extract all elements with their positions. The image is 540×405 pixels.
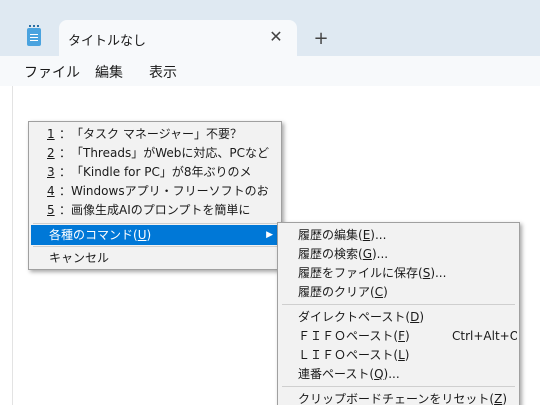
history-text: 画像生成AIのプロンプトを簡単に [71, 203, 251, 217]
clipboard-history-menu: 1 ： 「タスク マネージャー」不要？ 2 ： 「Threads」がWebに対応… [28, 121, 282, 270]
menu-bar: ファイル 編集 表示 [0, 56, 540, 86]
submenu-arrow-icon: ▶ [266, 230, 273, 240]
history-sep: ： [59, 165, 72, 179]
various-commands-item[interactable]: 各種のコマンド(U) ▶ [31, 225, 279, 245]
commands-submenu: 履歴の編集(E)... 履歴の検索(G)... 履歴をファイルに保存(S)...… [277, 222, 520, 405]
submenu-save-history[interactable]: 履歴をファイルに保存(S)... [280, 263, 517, 283]
cancel-label: キャンセル [49, 251, 110, 265]
submenu-clear-history[interactable]: 履歴のクリア(C) [280, 282, 517, 302]
history-text: Windowsアプリ・フリーソフトのお [71, 184, 269, 198]
history-text: 「タスク マネージャー」不要？ [71, 127, 242, 141]
submenu-edit-history[interactable]: 履歴の編集(E)... [280, 225, 517, 245]
tab-untitled[interactable]: タイトルなし ✕ [59, 20, 297, 56]
submenu-direct-paste[interactable]: ダイレクトペースト(D) [280, 307, 517, 327]
close-icon[interactable]: ✕ [265, 26, 287, 48]
submenu-fifo-paste[interactable]: ＦＩＦＯペースト(F) Ctrl+Alt+O [280, 326, 517, 346]
menu-separator [282, 386, 515, 387]
history-num: 5 [47, 203, 55, 217]
submenu-sequential-paste[interactable]: 連番ペースト(Q)... [280, 364, 517, 384]
cancel-item[interactable]: キャンセル [31, 248, 279, 268]
notepad-icon [27, 25, 41, 46]
shortcut-label: Ctrl+Alt+O [452, 329, 517, 343]
submenu-reset-clipboard-chain[interactable]: クリップボードチェーンをリセット(Z) [280, 389, 517, 405]
history-text: 「Kindle for PC」が8年ぶりのメ [71, 165, 252, 179]
menu-edit[interactable]: 編集 [95, 62, 123, 82]
new-tab-icon[interactable]: + [310, 28, 332, 50]
tab-title: タイトルなし [68, 34, 147, 49]
history-sep: ： [59, 127, 72, 141]
history-item-4[interactable]: 4 ： Windowsアプリ・フリーソフトのお [31, 181, 279, 201]
tab-bar: タイトルなし ✕ + [0, 0, 540, 56]
menu-separator [282, 304, 515, 305]
history-sep: ： [59, 184, 72, 198]
history-sep: ： [59, 203, 72, 217]
menu-separator [33, 223, 277, 224]
history-num: 2 [47, 146, 55, 160]
history-num: 4 [47, 184, 55, 198]
menu-file[interactable]: ファイル [24, 62, 80, 82]
submenu-search-history[interactable]: 履歴の検索(G)... [280, 244, 517, 264]
history-text: 「Threads」がWebに対応、PCなど [71, 146, 269, 160]
history-item-2[interactable]: 2 ： 「Threads」がWebに対応、PCなど [31, 143, 279, 163]
history-sep: ： [59, 146, 72, 160]
submenu-lifo-paste[interactable]: ＬＩＦＯペースト(L) [280, 345, 517, 365]
menu-view[interactable]: 表示 [149, 62, 177, 82]
history-item-1[interactable]: 1 ： 「タスク マネージャー」不要？ [31, 124, 279, 144]
menu-separator [33, 246, 277, 247]
history-item-3[interactable]: 3 ： 「Kindle for PC」が8年ぶりのメ [31, 162, 279, 182]
history-num: 1 [47, 127, 55, 141]
commands-label: 各種のコマンド(U) [49, 228, 152, 242]
history-num: 3 [47, 165, 55, 179]
history-item-5[interactable]: 5 ： 画像生成AIのプロンプトを簡単に [31, 200, 279, 220]
